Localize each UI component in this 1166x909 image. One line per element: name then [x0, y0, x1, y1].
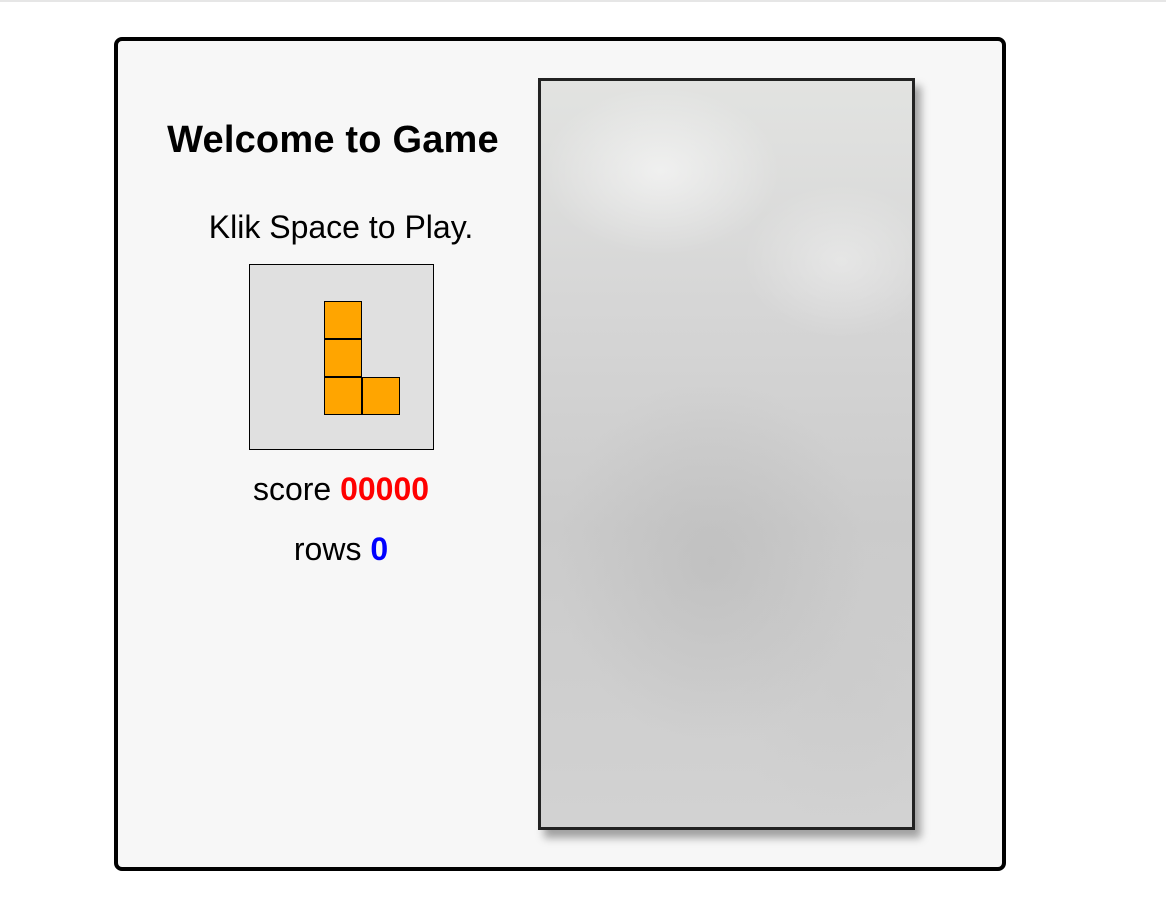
top-divider [0, 0, 1166, 2]
play-instruction: Klik Space to Play. [208, 209, 474, 245]
info-panel: Welcome to Game Klik Space to Play. scor… [118, 41, 548, 867]
game-board[interactable] [538, 78, 915, 830]
next-piece-block [362, 377, 400, 415]
score-value: 00000 [340, 471, 430, 507]
score-display: score 00000 [118, 471, 564, 508]
next-piece-block [324, 377, 362, 415]
next-piece-preview [249, 264, 434, 450]
rows-value: 0 [370, 531, 389, 567]
score-label: score [252, 471, 332, 507]
rows-label: rows [293, 531, 362, 567]
game-container: Welcome to Game Klik Space to Play. scor… [114, 37, 1006, 871]
next-piece-block [324, 339, 362, 377]
next-piece-block [324, 301, 362, 339]
rows-display: rows 0 [118, 531, 564, 568]
game-title: Welcome to Game [167, 119, 499, 161]
